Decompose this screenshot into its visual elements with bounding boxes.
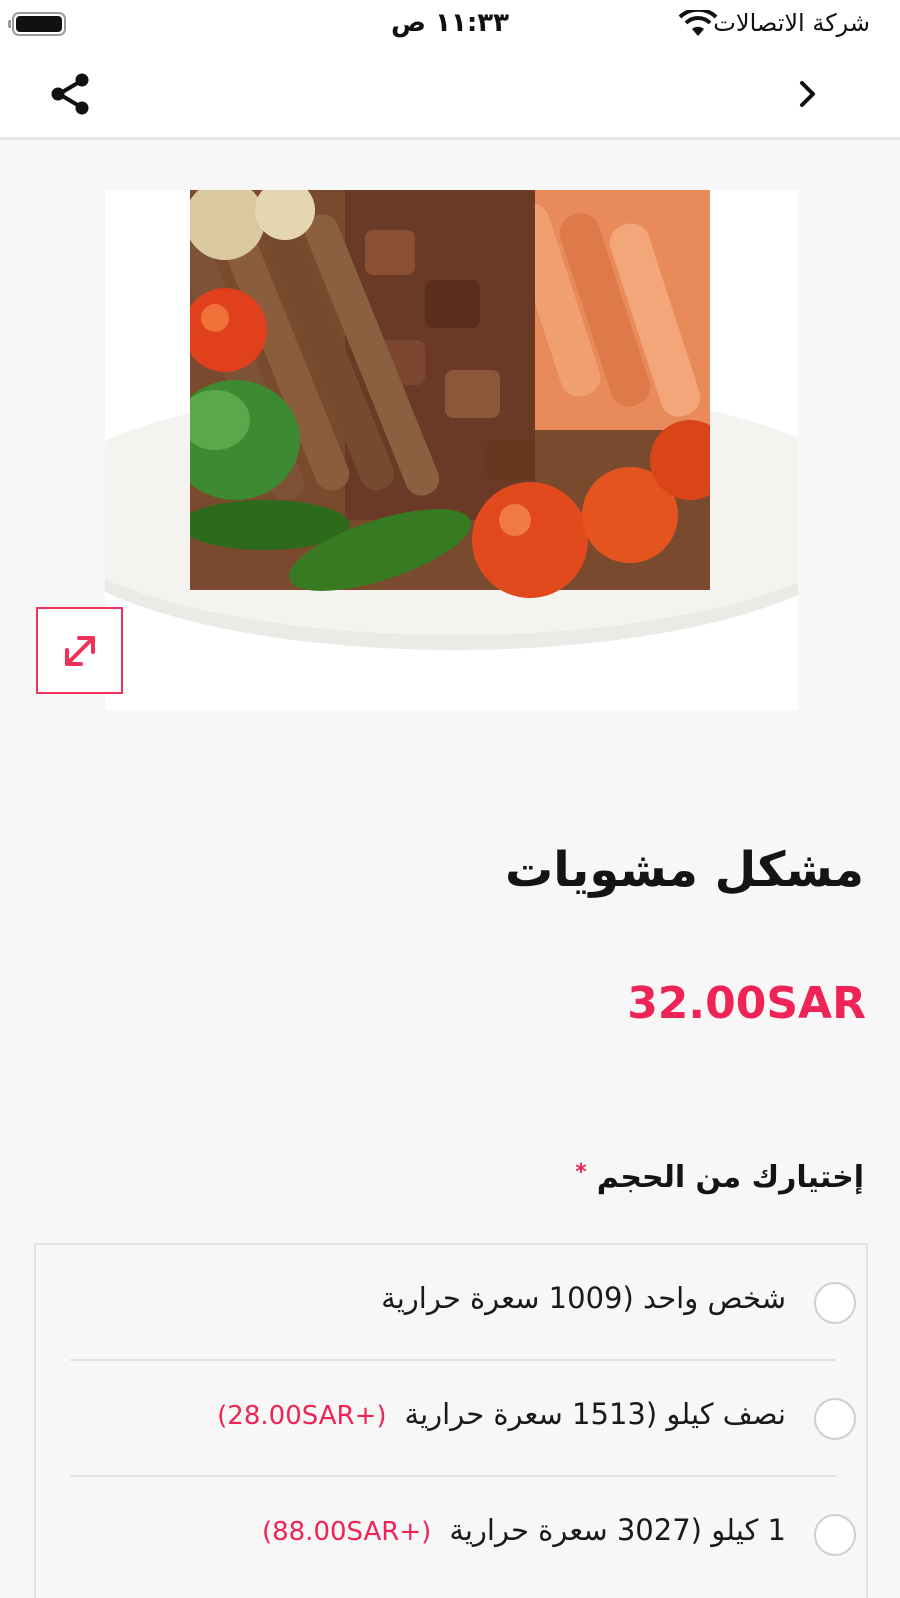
grill-platter-illustration <box>105 190 798 710</box>
option-extra-price: (+28.00SAR) <box>217 1401 387 1431</box>
required-mark: * <box>575 1160 587 1185</box>
size-option-one-person[interactable]: شخص واحد (1009 سعرة حرارية <box>70 1245 856 1361</box>
status-bar: ١١:٣٣ ص شركة الاتصالات <box>0 0 900 48</box>
size-section-title: إختيارك من الحجم <box>596 1160 864 1195</box>
option-text: نصف كيلو (1513 سعرة حرارية <box>404 1397 786 1431</box>
expand-icon <box>64 635 95 666</box>
size-options-list: شخص واحد (1009 سعرة حرارية نصف كيلو (151… <box>34 1243 868 1598</box>
size-section-label: إختيارك من الحجم * <box>575 1160 864 1195</box>
option-extra-price: (+88.00SAR) <box>261 1517 432 1547</box>
option-label: شخص واحد (1009 سعرة حرارية <box>363 1281 786 1315</box>
share-button[interactable] <box>44 68 96 120</box>
size-option-one-kilo[interactable]: 1 كيلو (3027 سعرة حرارية (+88.00SAR) <box>70 1477 856 1593</box>
chevron-right-icon <box>800 81 815 107</box>
option-label: نصف كيلو (1513 سعرة حرارية (+28.00SAR) <box>217 1397 786 1431</box>
radio-button[interactable] <box>814 1514 856 1556</box>
expand-image-button[interactable] <box>36 607 123 694</box>
wifi-icon <box>678 10 718 36</box>
back-button[interactable] <box>786 70 830 118</box>
radio-button[interactable] <box>814 1398 856 1440</box>
nav-bar <box>0 48 900 140</box>
option-label: 1 كيلو (3027 سعرة حرارية (+88.00SAR) <box>262 1513 786 1547</box>
size-option-half-kilo[interactable]: نصف كيلو (1513 سعرة حرارية (+28.00SAR) <box>70 1361 856 1477</box>
option-text: شخص واحد (1009 سعرة حرارية <box>381 1281 786 1315</box>
product-price: 32.00SAR <box>627 978 866 1029</box>
radio-button[interactable] <box>814 1282 856 1324</box>
product-title: مشكل مشويات <box>505 842 864 898</box>
product-image <box>105 190 798 710</box>
carrier-name: شركة الاتصالات <box>713 9 870 37</box>
option-text: 1 كيلو (3027 سعرة حرارية <box>449 1513 786 1547</box>
share-icon <box>51 73 89 115</box>
status-time: ١١:٣٣ ص <box>391 8 509 38</box>
battery-icon <box>8 12 66 36</box>
